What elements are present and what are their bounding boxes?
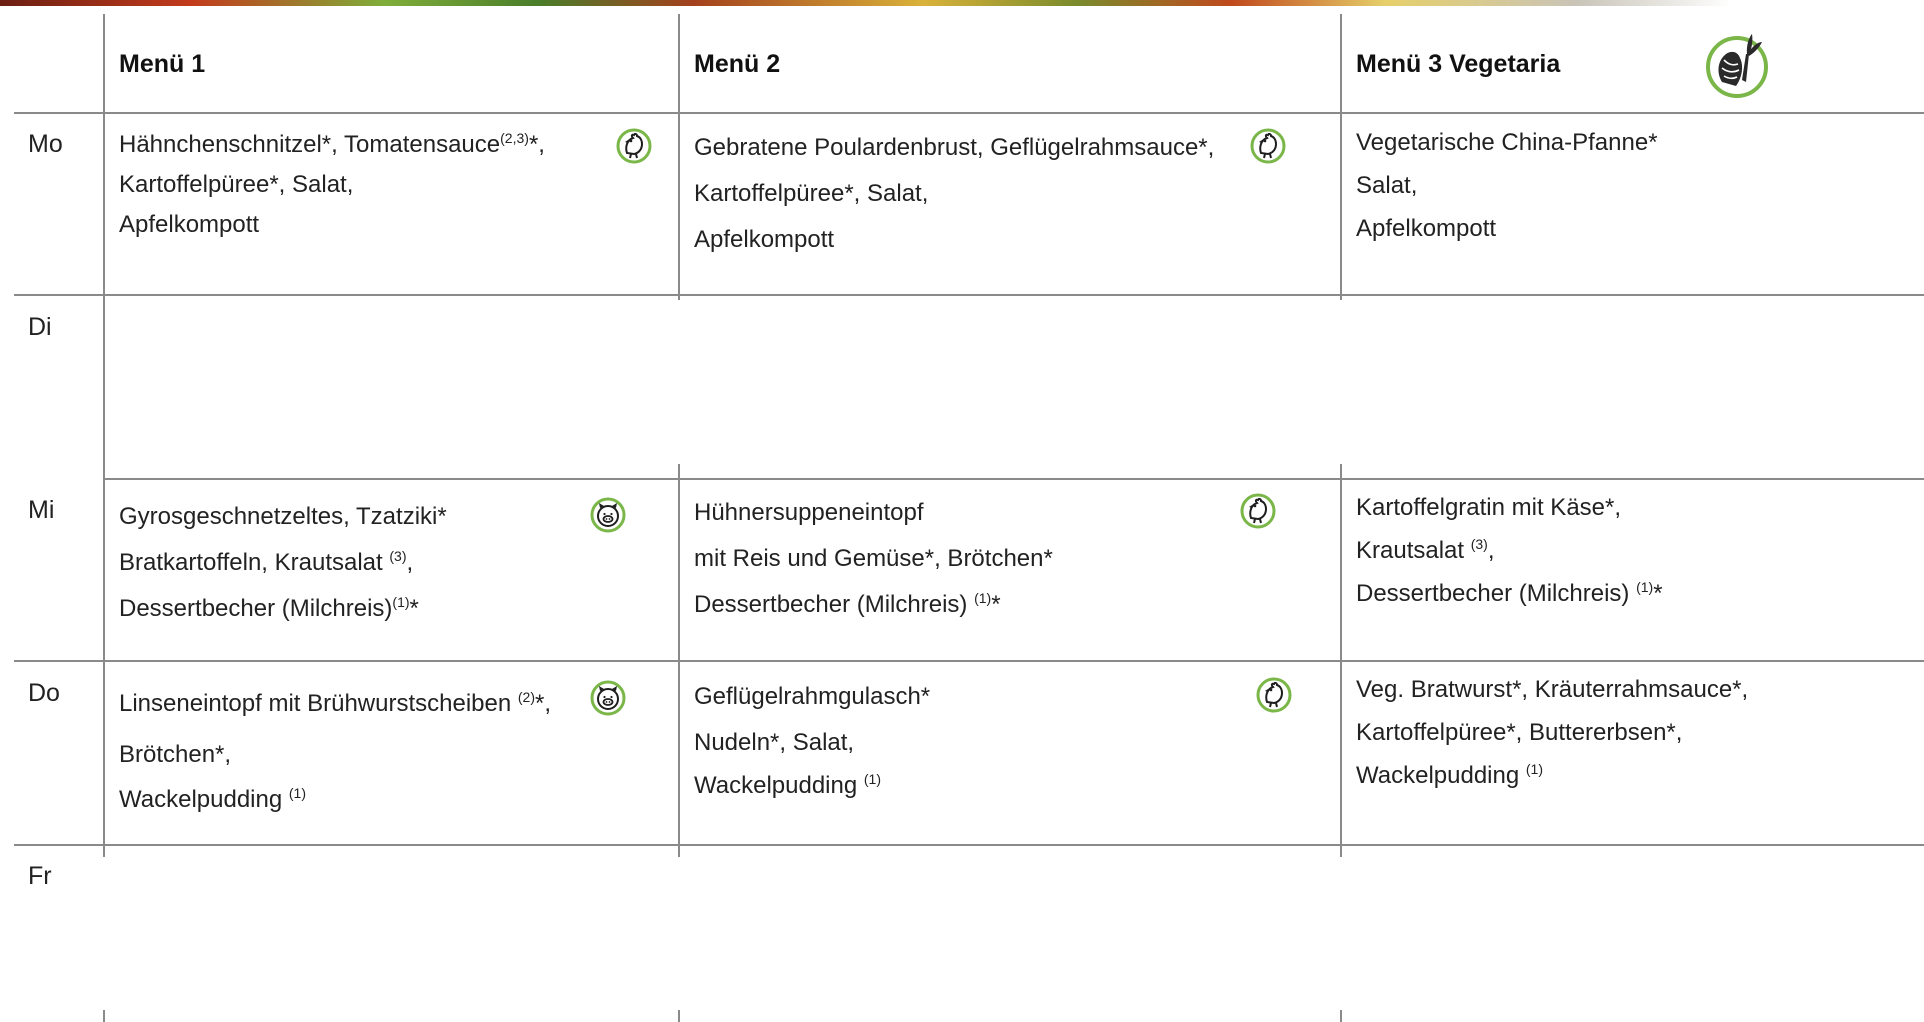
dish-line: Wackelpudding (1) <box>1356 761 1543 789</box>
dish-line: mit Reis und Gemüse*, Brötchen* <box>694 545 1053 572</box>
dish-line: Wackelpudding (1) <box>119 785 306 813</box>
chicken-icon <box>1250 128 1286 164</box>
day-label-do: Do <box>28 679 60 707</box>
grid-line <box>104 478 1924 480</box>
dish-line: Hähnchenschnitzel*, Tomatensauce(2,3)*, <box>119 130 545 158</box>
grid-line <box>678 14 680 300</box>
chicken-icon <box>1240 493 1276 529</box>
menu-cell-do-2: Geflügelrahmgulasch* Nudeln*, Salat, Wac… <box>694 674 930 806</box>
menu-cell-mi-2: Hühnersuppeneintopf mit Reis und Gemüse*… <box>694 490 1053 628</box>
dish-line: Gebratene Poulardenbrust, Geflügelrahmsa… <box>694 134 1215 161</box>
chicken-icon <box>1256 677 1292 713</box>
chicken-icon <box>616 128 652 164</box>
grid-line <box>14 844 1924 846</box>
dish-line: Dessertbecher (Milchreis)(1)* <box>119 594 419 622</box>
dish-line: Geflügelrahmgulasch* <box>694 683 931 710</box>
dish-line: Bratkartoffeln, Krautsalat (3), <box>119 548 414 576</box>
menu2-header: Menü 2 <box>694 50 781 78</box>
grid-line <box>1340 14 1342 300</box>
dish-line: Salat, <box>1356 172 1418 199</box>
dish-line: Dessertbecher (Milchreis) (1)* <box>1356 579 1663 607</box>
menu-cell-do-1: Linseneintopf mit Brühwurstscheiben (2)*… <box>119 678 551 820</box>
grid-line <box>1340 1010 1342 1022</box>
menu-cell-mo-3: Vegetarische China-Pfanne* Salat, Apfelk… <box>1356 121 1658 250</box>
dish-line: Wackelpudding (1) <box>694 771 881 799</box>
dish-line: Dessertbecher (Milchreis) (1)* <box>694 590 1001 618</box>
day-label-mo: Mo <box>28 130 63 158</box>
grid-line <box>678 464 680 857</box>
grid-line <box>103 1010 105 1022</box>
menu-cell-mo-2: Gebratene Poulardenbrust, Geflügelrahmsa… <box>694 125 1214 263</box>
dish-line: Gyrosgeschnetzeltes, Tzatziki* <box>119 503 447 530</box>
menu3-header: Menü 3 Vegetaria <box>1356 50 1561 78</box>
dish-line: Kartoffelpüree*, Salat, <box>119 171 354 198</box>
menu-cell-mi-1: Gyrosgeschnetzeltes, Tzatziki* Bratkarto… <box>119 494 447 632</box>
dish-line: Nudeln*, Salat, <box>694 729 855 756</box>
dish-line: Veg. Bratwurst*, Kräuterrahmsauce*, <box>1356 676 1749 703</box>
grid-line <box>678 1010 680 1022</box>
grid-line <box>1340 464 1342 857</box>
dish-line: Kartoffelgratin mit Käse*, <box>1356 494 1622 521</box>
dish-line: Kartoffelpüree*, Salat, <box>694 180 929 207</box>
dish-line: Kartoffelpüree*, Buttererbsen*, <box>1356 719 1683 746</box>
menu-cell-do-3: Veg. Bratwurst*, Kräuterrahmsauce*, Kart… <box>1356 668 1748 797</box>
dish-line: Apfelkompott <box>694 226 835 253</box>
header-banner-image <box>0 0 1924 6</box>
day-label-di: Di <box>28 313 52 341</box>
vegetable-icon <box>1706 34 1768 98</box>
dish-line: Apfelkompott <box>1356 215 1497 242</box>
menu-cell-mi-3: Kartoffelgratin mit Käse*, Krautsalat (3… <box>1356 486 1663 615</box>
pig-icon <box>590 497 626 533</box>
grid-line <box>103 14 105 857</box>
dish-line: Krautsalat (3), <box>1356 536 1495 564</box>
grid-line <box>14 112 1924 114</box>
dish-line: Vegetarische China-Pfanne* <box>1356 129 1658 156</box>
dish-line: Brötchen*, <box>119 741 232 768</box>
grid-line <box>14 294 1924 296</box>
pig-icon <box>590 680 626 716</box>
menu1-header: Menü 1 <box>119 50 206 78</box>
dish-line: Apfelkompott <box>119 211 260 238</box>
day-label-mi: Mi <box>28 496 55 524</box>
grid-line <box>14 660 1924 662</box>
dish-line: Linseneintopf mit Brühwurstscheiben (2)*… <box>119 689 552 717</box>
day-label-fr: Fr <box>28 862 52 890</box>
menu-cell-mo-1: Hähnchenschnitzel*, Tomatensauce(2,3)*, … <box>119 125 545 245</box>
dish-line: Hühnersuppeneintopf <box>694 499 924 526</box>
